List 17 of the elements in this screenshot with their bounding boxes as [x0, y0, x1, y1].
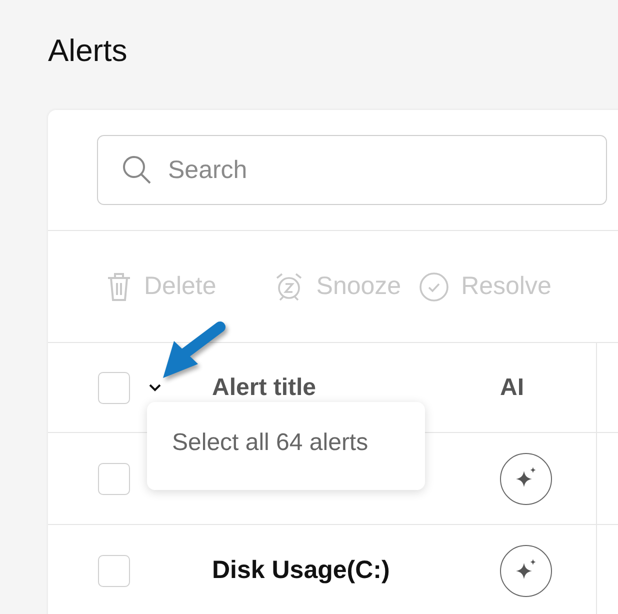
alert-title: Disk Usage(C:) [212, 556, 391, 585]
check-circle-icon [419, 272, 450, 302]
ai-sparkle-button[interactable] [500, 452, 552, 504]
ai-sparkle-button[interactable] [500, 544, 552, 596]
select-all-checkbox[interactable] [98, 372, 130, 404]
row-checkbox[interactable] [98, 554, 130, 586]
search-input[interactable]: Search [166, 154, 570, 186]
column-header: Alert title [212, 374, 318, 402]
chevron-icon[interactable] [148, 382, 162, 392]
column-header: AI [500, 374, 524, 402]
search-icon [122, 155, 152, 185]
search-field[interactable]: Search [97, 135, 607, 205]
row-checkbox[interactable] [98, 462, 130, 494]
alarm-clock-icon [274, 272, 304, 302]
trash-icon [106, 272, 132, 302]
menu-item[interactable]: Select all 64 alerts [147, 429, 425, 457]
page-title: Alerts [47, 32, 128, 70]
